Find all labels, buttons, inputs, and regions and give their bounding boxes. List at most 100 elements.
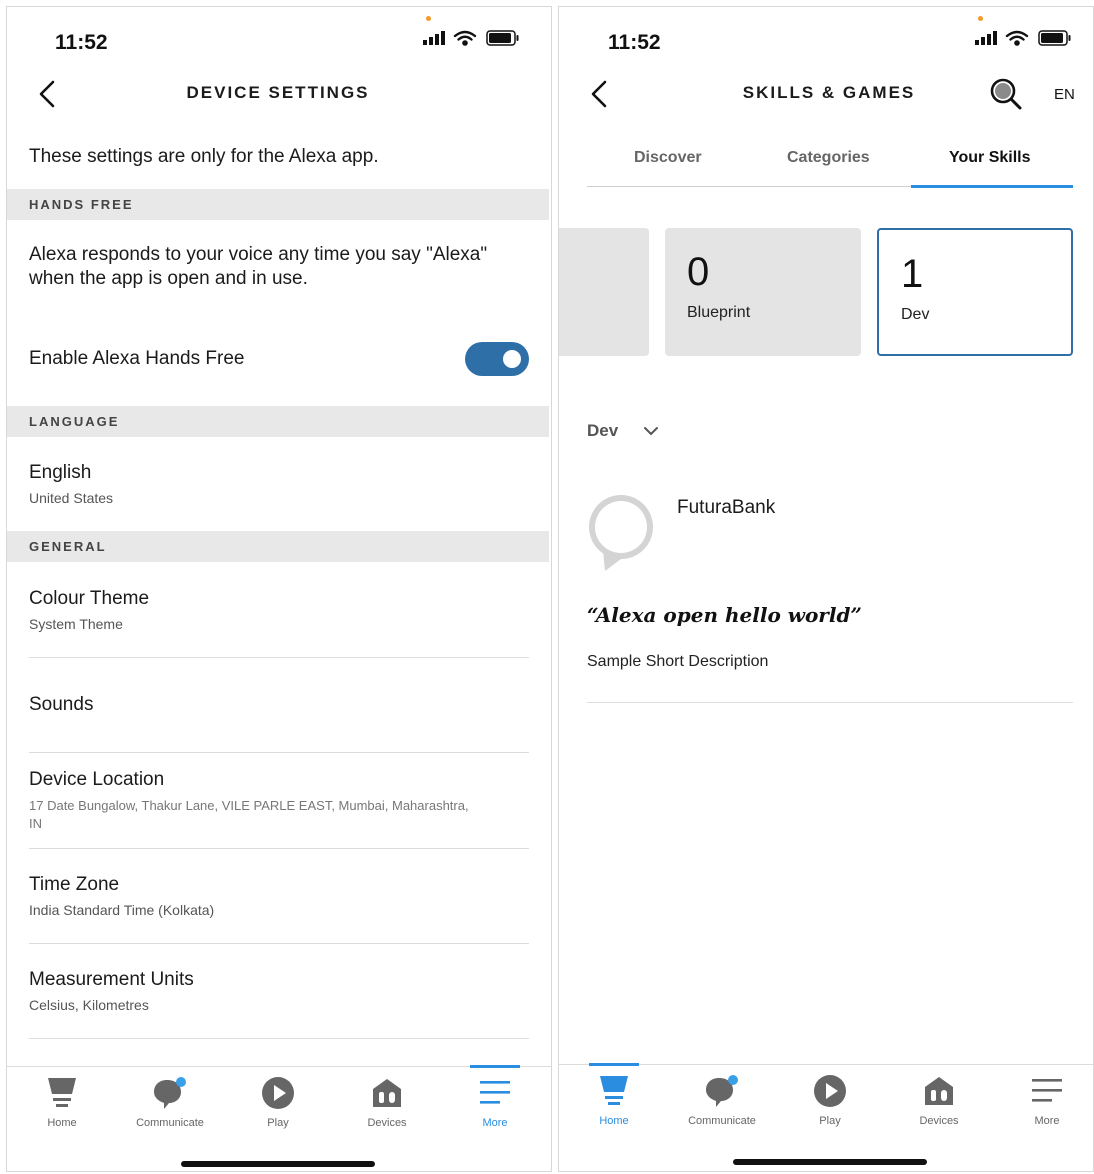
search-button[interactable] <box>989 77 1023 116</box>
play-icon <box>812 1073 848 1114</box>
tab-home[interactable]: Home <box>564 1063 664 1165</box>
more-icon <box>1029 1073 1065 1114</box>
filter-dropdown[interactable]: Dev <box>587 421 659 441</box>
tab-label: More <box>1034 1115 1060 1127</box>
bottom-tab-bar: Home Communicate Play Devices More <box>559 1063 1093 1165</box>
filter-label: Dev <box>587 421 619 440</box>
card-label: Dev <box>901 306 930 323</box>
skill-name: FuturaBank <box>677 497 776 518</box>
language-selector[interactable]: EN <box>1054 86 1075 103</box>
row-subtitle: 17 Date Bungalow, Thakur Lane, VILE PARL… <box>29 798 469 813</box>
devices-icon <box>921 1073 957 1114</box>
card-count: 1 <box>901 252 924 296</box>
devices-icon <box>369 1075 405 1116</box>
hands-free-toggle-label: Enable Alexa Hands Free <box>29 348 245 369</box>
tab-more[interactable]: More <box>997 1065 1093 1165</box>
battery-icon <box>1038 30 1071 46</box>
wifi-icon <box>453 30 477 46</box>
communicate-icon <box>152 1075 188 1116</box>
row-subtitle-2: IN <box>29 816 42 831</box>
tab-label: More <box>482 1117 508 1129</box>
card-count: 0 <box>687 250 710 294</box>
device-settings-screen: 11:52 DEVICE SETTINGS These settings are… <box>6 6 552 1172</box>
signal-icon <box>423 31 445 45</box>
status-icons <box>423 27 523 54</box>
home-indicator <box>181 1161 375 1167</box>
tab-devices[interactable]: Devices <box>889 1065 989 1165</box>
skill-invocation-phrase: “Alexa open hello world” <box>587 603 862 627</box>
home-icon <box>597 1073 631 1114</box>
skill-category-card-partial[interactable] <box>559 228 649 356</box>
section-hands-free: HANDS FREE <box>7 189 549 220</box>
tab-label: Play <box>267 1117 289 1129</box>
chevron-down-icon <box>643 427 658 436</box>
battery-icon <box>486 30 519 46</box>
chevron-left-icon <box>591 80 607 108</box>
active-tab-indicator <box>470 1065 520 1068</box>
alexa-skill-icon <box>587 493 657 578</box>
search-icon <box>990 78 1022 110</box>
active-tab-underline <box>911 185 1073 188</box>
blueprint-card[interactable]: 0 Blueprint <box>665 228 861 356</box>
card-label: Blueprint <box>687 304 751 321</box>
row-subtitle: System Theme <box>29 616 123 632</box>
row-subtitle: Celsius, Kilometres <box>29 997 149 1013</box>
divider <box>29 752 529 753</box>
skill-description: Sample Short Description <box>587 653 769 670</box>
tab-your-skills[interactable]: Your Skills <box>949 149 1031 167</box>
recording-indicator <box>978 16 983 21</box>
section-label: GENERAL <box>29 539 107 554</box>
more-icon <box>477 1075 513 1116</box>
divider <box>29 1038 529 1039</box>
active-tab-indicator <box>589 1063 639 1066</box>
back-button[interactable] <box>589 79 609 114</box>
tab-label: Devices <box>367 1117 407 1129</box>
hands-free-toggle[interactable] <box>465 342 529 376</box>
tab-devices[interactable]: Devices <box>337 1067 437 1167</box>
tab-label: Devices <box>919 1115 959 1127</box>
row-title: English <box>29 462 92 483</box>
bottom-tab-bar: Home Communicate Play Devices More <box>7 1065 551 1167</box>
row-title: Device Location <box>29 769 165 790</box>
row-title: Colour Theme <box>29 588 150 609</box>
page-title: DEVICE SETTINGS <box>186 83 370 102</box>
status-icons <box>975 27 1075 54</box>
divider <box>29 657 529 658</box>
tab-play[interactable]: Play <box>228 1067 328 1167</box>
tab-play[interactable]: Play <box>780 1065 880 1165</box>
home-indicator <box>733 1159 927 1165</box>
tab-label: Play <box>819 1115 841 1127</box>
tab-categories[interactable]: Categories <box>787 149 870 167</box>
section-language: LANGUAGE <box>7 406 549 437</box>
signal-icon <box>975 31 997 45</box>
tab-label: Home <box>599 1115 629 1127</box>
communicate-icon <box>704 1073 740 1114</box>
status-time: 11:52 <box>55 31 108 54</box>
tab-label: Home <box>47 1117 77 1129</box>
tab-communicate[interactable]: Communicate <box>672 1065 772 1165</box>
divider <box>587 702 1073 703</box>
section-label: HANDS FREE <box>29 197 134 212</box>
tab-discover[interactable]: Discover <box>634 149 702 167</box>
skills-games-screen: 11:52 SKILLS & GAMES EN Discover Categor… <box>558 6 1094 1172</box>
row-title: Sounds <box>29 694 94 715</box>
home-icon <box>45 1075 79 1116</box>
play-icon <box>260 1075 296 1116</box>
wifi-icon <box>1005 30 1029 46</box>
tab-home[interactable]: Home <box>12 1067 112 1167</box>
status-time: 11:52 <box>608 31 661 54</box>
hands-free-description: Alexa responds to your voice any time yo… <box>29 244 488 289</box>
tab-communicate[interactable]: Communicate <box>120 1067 220 1167</box>
dev-card[interactable]: 1 Dev <box>877 228 1073 356</box>
divider <box>29 943 529 944</box>
section-label: LANGUAGE <box>29 414 120 429</box>
tab-more[interactable]: More <box>445 1065 545 1167</box>
page-title: SKILLS & GAMES <box>742 83 916 102</box>
recording-indicator <box>426 16 431 21</box>
section-general: GENERAL <box>7 531 549 562</box>
row-title: Time Zone <box>29 874 120 895</box>
row-title: Measurement Units <box>29 969 194 990</box>
divider <box>29 848 529 849</box>
intro-text: These settings are only for the Alexa ap… <box>29 146 379 167</box>
tab-label: Communicate <box>136 1117 204 1129</box>
